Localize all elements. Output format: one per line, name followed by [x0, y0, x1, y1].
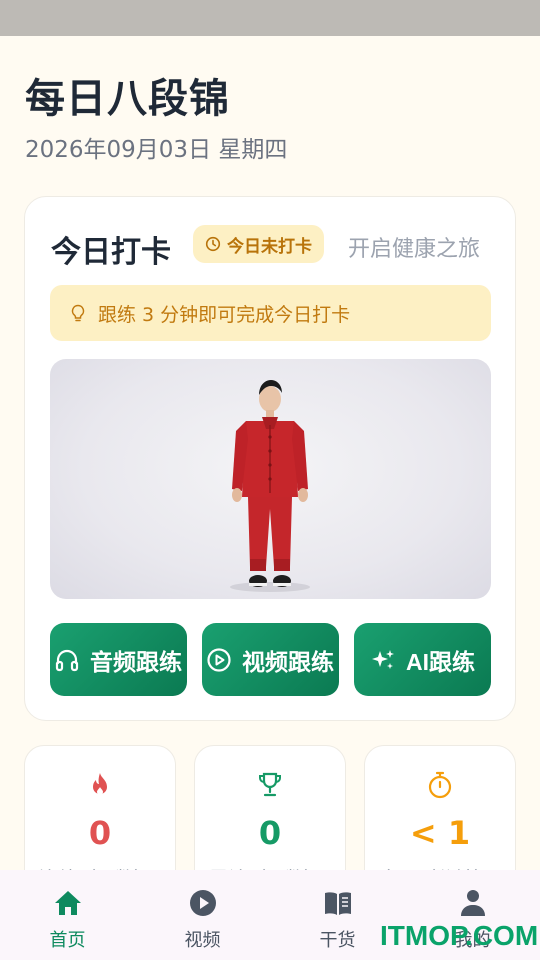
tab-video[interactable]: 视频: [135, 870, 270, 960]
status-badge-label: 今日未打卡: [227, 236, 312, 257]
tip-text: 跟练 3 分钟即可完成今日打卡: [98, 303, 351, 326]
person-icon: [460, 890, 485, 916]
training-buttons: 音频跟练 视频跟练 AI跟练: [50, 623, 491, 696]
sparkles-icon: [372, 649, 394, 669]
lightbulb-icon: [71, 304, 85, 322]
page-date: 2026年09月03日 星期四: [25, 137, 288, 163]
tab-home-label: 首页: [49, 930, 86, 951]
status-bar: [0, 0, 540, 36]
watermark: ITMOP.COM: [380, 920, 539, 951]
tab-video-label: 视频: [184, 930, 221, 951]
hero-image: [50, 359, 491, 599]
checkin-subtitle: 开启健康之旅: [348, 237, 481, 262]
trophy-icon: [259, 772, 281, 797]
play-icon: [189, 890, 216, 916]
home-icon: [54, 891, 81, 915]
ai-training-label: AI跟练: [406, 648, 475, 675]
video-training-button[interactable]: 视频跟练: [202, 623, 339, 696]
stat-value-today: < 1: [409, 814, 471, 852]
stat-value-total: 0: [258, 814, 282, 852]
audio-training-button[interactable]: 音频跟练: [50, 623, 187, 696]
tab-articles-label: 干货: [319, 930, 356, 951]
status-badge: 今日未打卡: [193, 225, 324, 263]
book-icon: [324, 892, 351, 915]
checkin-title: 今日打卡: [51, 235, 171, 270]
audio-training-label: 音频跟练: [90, 648, 182, 675]
play-circle-icon: [207, 647, 231, 672]
clock-icon: [205, 236, 221, 252]
ai-training-button[interactable]: AI跟练: [354, 623, 491, 696]
stat-value-streak: 0: [88, 814, 112, 852]
video-training-label: 视频跟练: [242, 648, 334, 675]
page-title: 每日八段锦: [25, 76, 230, 122]
fire-icon: [93, 773, 107, 795]
headphones-icon: [55, 649, 79, 671]
checkin-card: 今日打卡 今日未打卡 开启健康之旅 跟练 3 分钟即可完成今日打卡 音频跟练 视…: [24, 196, 516, 721]
tab-home[interactable]: 首页: [0, 870, 135, 960]
tip-bar: 跟练 3 分钟即可完成今日打卡: [50, 285, 491, 341]
stopwatch-icon: [428, 771, 452, 799]
